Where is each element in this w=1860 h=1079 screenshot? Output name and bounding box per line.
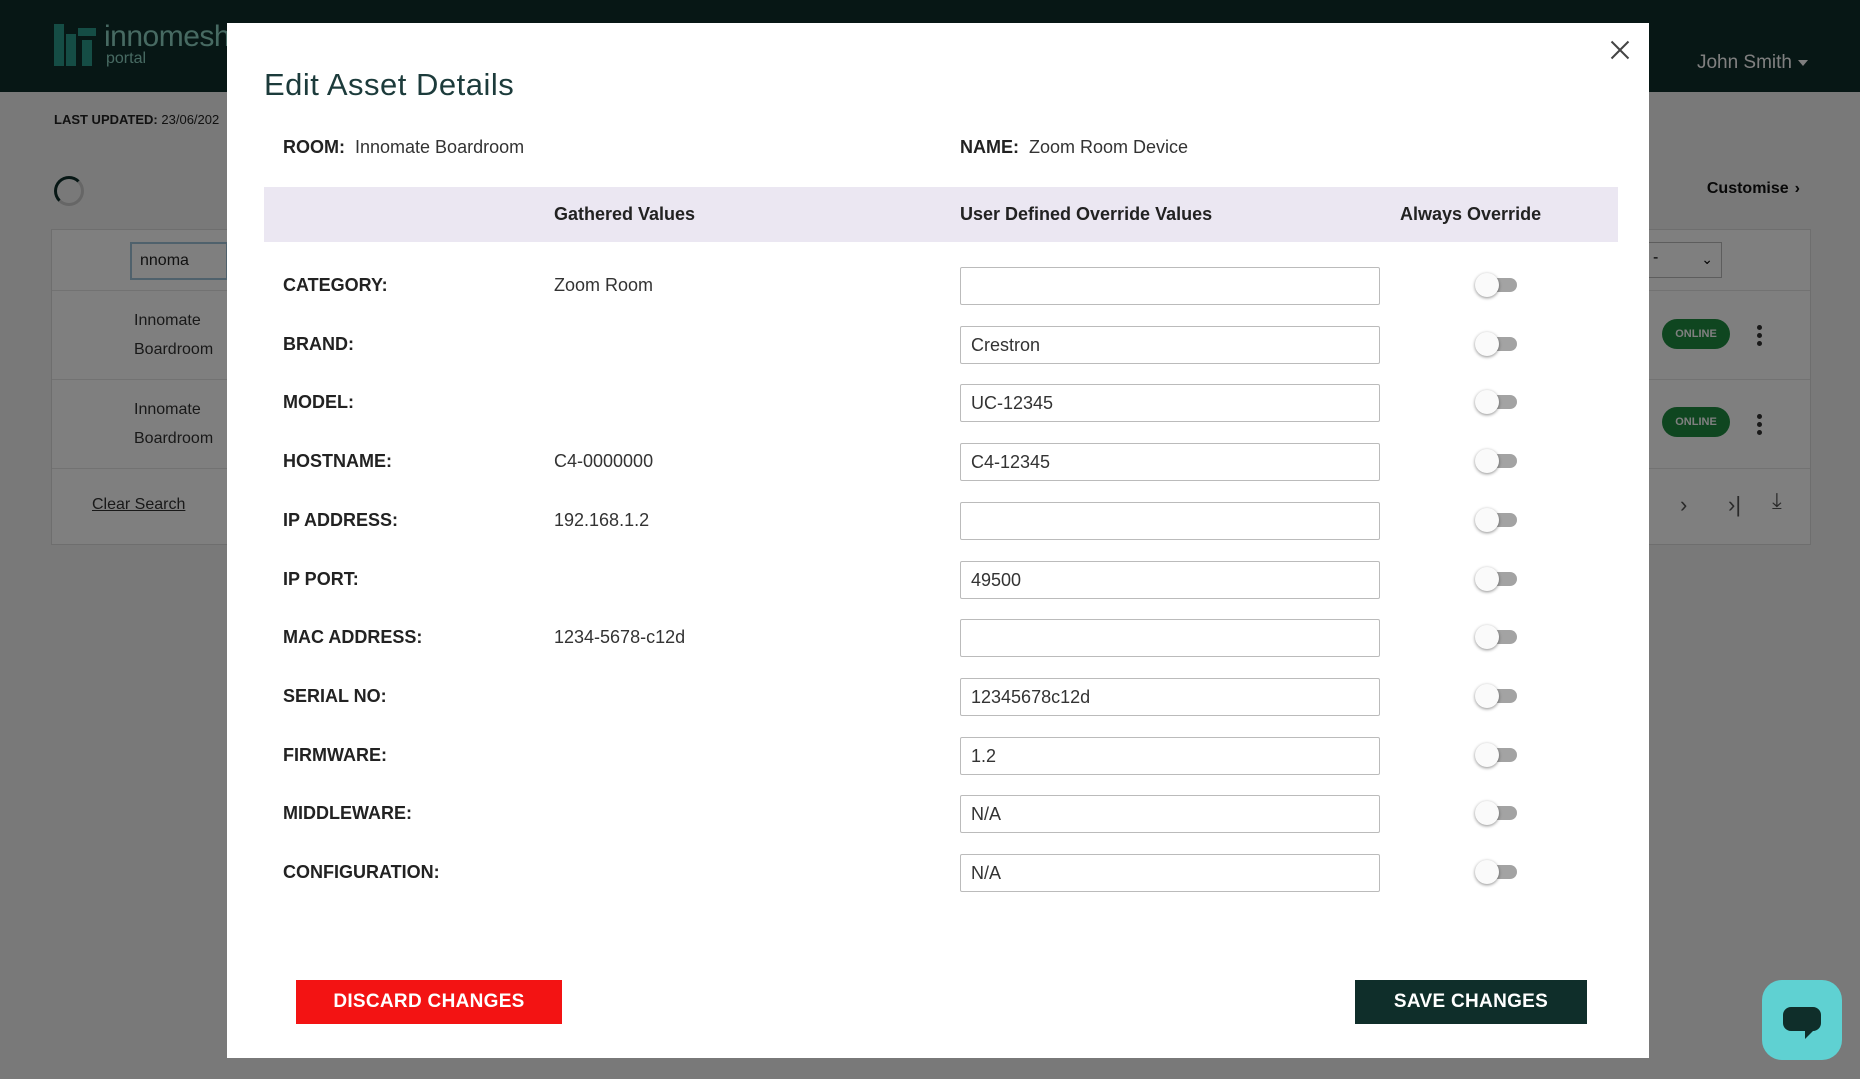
always-override-toggle[interactable] (1475, 801, 1519, 825)
toggle-knob (1475, 860, 1499, 884)
field-label: FIRMWARE: (283, 745, 387, 765)
field-row: BRAND: (227, 324, 1649, 382)
field-label: CONFIGURATION: (283, 862, 440, 882)
room-value: Innomate Boardroom (355, 137, 525, 157)
toggle-knob (1475, 625, 1499, 649)
toggle-knob (1475, 567, 1499, 591)
field-label: MODEL: (283, 392, 354, 412)
table-header: Gathered Values User Defined Override Va… (264, 187, 1618, 242)
override-input[interactable] (960, 678, 1380, 716)
always-override-toggle[interactable] (1475, 273, 1519, 297)
field-row: MAC ADDRESS: 1234-5678-c12d (227, 617, 1649, 675)
toggle-knob (1475, 390, 1499, 414)
field-row: HOSTNAME: C4-0000000 (227, 441, 1649, 499)
name-value: Zoom Room Device (1029, 137, 1189, 157)
always-override-toggle[interactable] (1475, 567, 1519, 591)
column-header-gathered: Gathered Values (554, 204, 696, 224)
modal-title: Edit Asset Details (264, 67, 515, 102)
toggle-knob (1475, 273, 1499, 297)
always-override-toggle[interactable] (1475, 860, 1519, 884)
toggle-knob (1475, 743, 1499, 767)
always-override-toggle[interactable] (1475, 625, 1519, 649)
close-icon[interactable] (1605, 35, 1635, 65)
override-input[interactable] (960, 795, 1380, 833)
toggle-knob (1475, 332, 1499, 356)
always-override-toggle[interactable] (1475, 684, 1519, 708)
chat-icon (1783, 1007, 1821, 1039)
room-label: ROOM: (283, 137, 345, 157)
name-meta: NAME: Zoom Room Device (960, 137, 1188, 158)
room-meta: ROOM: Innomate Boardroom (283, 137, 524, 158)
field-label: HOSTNAME: (283, 451, 392, 471)
field-label: IP PORT: (283, 569, 359, 589)
toggle-knob (1475, 801, 1499, 825)
field-row: MODEL: (227, 382, 1649, 440)
name-label: NAME: (960, 137, 1019, 157)
field-row: FIRMWARE: (227, 735, 1649, 793)
field-label: MIDDLEWARE: (283, 803, 412, 823)
override-input[interactable] (960, 384, 1380, 422)
field-label: BRAND: (283, 334, 354, 354)
field-row: MIDDLEWARE: (227, 793, 1649, 851)
field-row: IP PORT: (227, 559, 1649, 617)
override-input[interactable] (960, 326, 1380, 364)
override-input[interactable] (960, 443, 1380, 481)
always-override-toggle[interactable] (1475, 332, 1519, 356)
gathered-value: Zoom Room (554, 275, 654, 295)
toggle-knob (1475, 684, 1499, 708)
override-input[interactable] (960, 737, 1380, 775)
override-input[interactable] (960, 561, 1380, 599)
override-input[interactable] (960, 267, 1380, 305)
gathered-value: C4-0000000 (554, 451, 654, 471)
save-changes-button[interactable]: SAVE CHANGES (1355, 980, 1587, 1024)
field-label: SERIAL NO: (283, 686, 387, 706)
toggle-knob (1475, 508, 1499, 532)
field-label: CATEGORY: (283, 275, 388, 295)
field-label: IP ADDRESS: (283, 510, 399, 530)
field-row: IP ADDRESS: 192.168.1.2 (227, 500, 1649, 558)
toggle-knob (1475, 449, 1499, 473)
field-row: SERIAL NO: (227, 676, 1649, 734)
gathered-value: 192.168.1.2 (554, 510, 650, 530)
override-input[interactable] (960, 854, 1380, 892)
field-label: MAC ADDRESS: (283, 627, 423, 647)
discard-changes-button[interactable]: DISCARD CHANGES (296, 980, 562, 1024)
field-row: CATEGORY: Zoom Room (227, 265, 1649, 323)
field-row: CONFIGURATION: (227, 852, 1649, 910)
edit-asset-modal: Edit Asset Details ROOM: Innomate Boardro… (227, 23, 1649, 1058)
always-override-toggle[interactable] (1475, 390, 1519, 414)
always-override-toggle[interactable] (1475, 449, 1519, 473)
override-input[interactable] (960, 619, 1380, 657)
chat-button[interactable] (1762, 980, 1842, 1060)
always-override-toggle[interactable] (1475, 743, 1519, 767)
always-override-toggle[interactable] (1475, 508, 1519, 532)
override-input[interactable] (960, 502, 1380, 540)
column-header-override: User Defined Override Values (960, 204, 1213, 224)
column-header-always: Always Override (1400, 204, 1542, 224)
gathered-value: 1234-5678-c12d (554, 627, 686, 647)
